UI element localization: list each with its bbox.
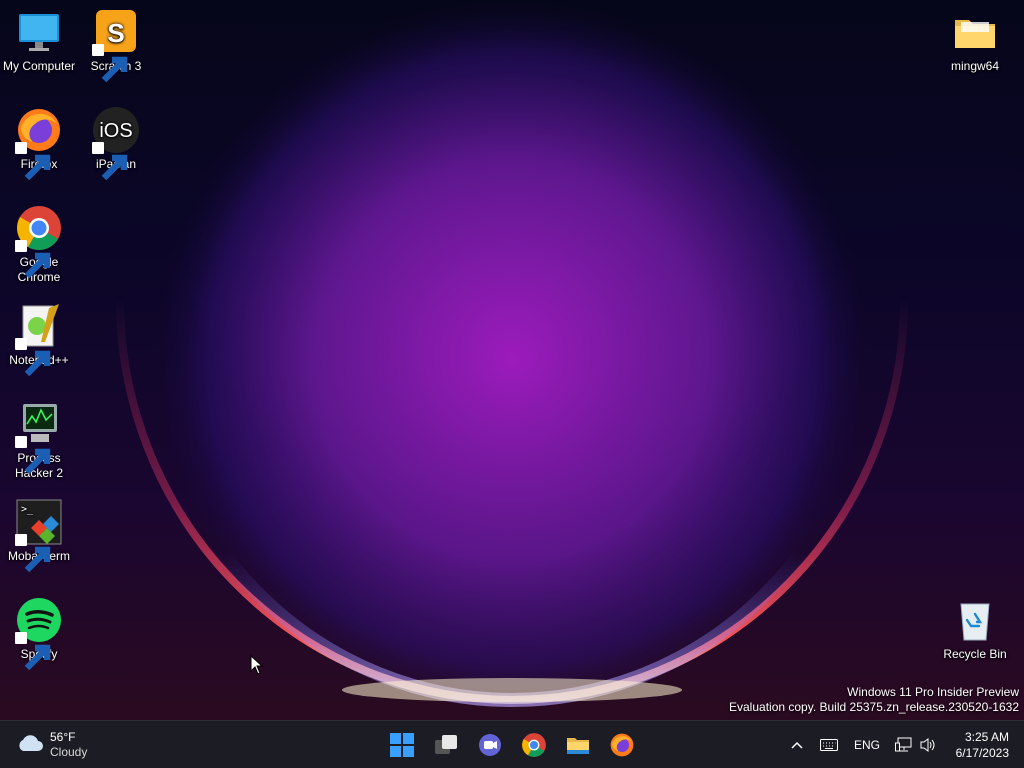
chat-icon: [479, 734, 501, 756]
desktop-icon-scratch[interactable]: S Scratch 3: [78, 8, 154, 83]
desktop-icon-notepadpp[interactable]: Notepad++: [1, 302, 77, 377]
show-hidden-icons-button[interactable]: [786, 729, 808, 761]
watermark-line-2: Evaluation copy. Build 25375.zn_release.…: [729, 700, 1019, 714]
chrome-icon: [15, 204, 63, 279]
speaker-icon: [920, 738, 935, 752]
desktop-icon-mingw64[interactable]: mingw64: [937, 8, 1013, 74]
shortcut-arrow-icon: [92, 44, 128, 83]
start-button[interactable]: [386, 729, 418, 761]
desktop-icon-label: Recycle Bin: [943, 647, 1007, 661]
mobaxterm-icon: >_: [15, 498, 63, 573]
shortcut-arrow-icon: [15, 436, 51, 475]
volume-button[interactable]: [916, 729, 940, 761]
task-view-button[interactable]: [430, 729, 462, 761]
watermark-line-1: Windows 11 Pro Insider Preview: [847, 685, 1019, 699]
task-view-icon: [435, 735, 457, 754]
svg-text:>_: >_: [21, 504, 34, 515]
folder-icon: [951, 8, 999, 56]
notepadpp-icon: [15, 302, 63, 377]
shortcut-arrow-icon: [15, 240, 51, 279]
network-icon: [895, 737, 912, 752]
windows-logo-icon: [390, 733, 414, 757]
file-explorer-button[interactable]: [562, 729, 594, 761]
shortcut-arrow-icon: [15, 338, 51, 377]
ipadian-icon: iOS: [92, 106, 140, 181]
process-hacker-icon: [15, 400, 63, 475]
shortcut-arrow-icon: [92, 142, 128, 181]
taskbar-chrome-button[interactable]: [518, 729, 550, 761]
spotify-icon: [15, 596, 63, 671]
firefox-icon: [610, 733, 634, 757]
desktop-icon-mobaxterm[interactable]: >_ MobaXterm: [1, 498, 77, 573]
network-status-button[interactable]: [892, 729, 916, 761]
keyboard-icon: [820, 739, 838, 751]
shortcut-arrow-icon: [15, 632, 51, 671]
weather-condition: Cloudy: [50, 745, 88, 759]
weather-temperature: 56°F: [50, 730, 76, 744]
desktop-icon-label: mingw64: [950, 59, 1000, 73]
clock-time: 3:25 AM: [964, 730, 1009, 744]
mouse-pointer-icon: [250, 654, 264, 680]
clock-button[interactable]: 3:25 AM 6/17/2023: [956, 729, 1009, 761]
desktop-icon-chrome[interactable]: Google Chrome: [1, 204, 77, 285]
taskbar-firefox-button[interactable]: [606, 729, 638, 761]
desktop-icon-process-hacker[interactable]: Process Hacker 2: [1, 400, 77, 481]
svg-text:iOS: iOS: [99, 120, 132, 142]
monitor-icon: [15, 8, 63, 56]
input-language-indicator[interactable]: ENG: [850, 729, 884, 761]
chat-button[interactable]: [474, 729, 506, 761]
desktop-icon-label: My Computer: [2, 59, 76, 73]
firefox-icon: [15, 106, 63, 181]
chrome-icon: [522, 733, 546, 757]
desktop-icon-firefox[interactable]: Firefox: [1, 106, 77, 181]
desktop-icon-ipadian[interactable]: iOS iPadian: [78, 106, 154, 181]
shortcut-arrow-icon: [15, 534, 51, 573]
shortcut-arrow-icon: [15, 142, 51, 181]
touch-keyboard-button[interactable]: [816, 729, 842, 761]
desktop-icon-spotify[interactable]: Spotify: [1, 596, 77, 671]
scratch-icon: S: [92, 8, 140, 83]
weather-widget[interactable]: 56°F Cloudy: [16, 729, 87, 761]
folder-icon: [567, 738, 589, 754]
taskbar: 56°F Cloudy ENG 3:25 AM 6/17/2023: [0, 720, 1024, 768]
clock-date: 6/17/2023: [955, 746, 1009, 760]
evaluation-watermark: Windows 11 Pro Insider Preview Evaluatio…: [729, 685, 1019, 715]
cloud-icon: [16, 733, 44, 758]
chevron-up-icon: [791, 741, 803, 749]
desktop-icon-recycle-bin[interactable]: Recycle Bin: [937, 596, 1013, 662]
recycle-bin-icon: [951, 596, 999, 644]
desktop-icon-my-computer[interactable]: My Computer: [1, 8, 77, 74]
